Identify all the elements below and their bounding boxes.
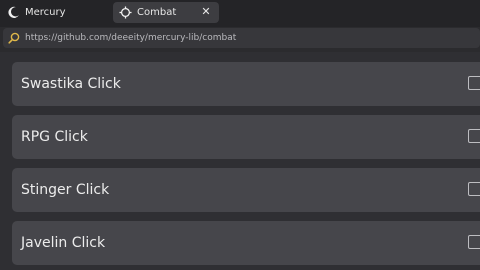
toggle-checkbox[interactable] bbox=[468, 182, 480, 196]
toggle-row-stinger-click[interactable]: Stinger Click bbox=[12, 168, 480, 212]
toggle-checkbox[interactable] bbox=[468, 76, 480, 90]
toggle-label: RPG Click bbox=[21, 129, 88, 145]
content-area: Swastika Click RPG Click Stinger Click J… bbox=[0, 52, 480, 270]
tab-combat-label: Combat bbox=[137, 7, 177, 18]
app-window: Mercury Combat ✕ https://github.com/deee… bbox=[0, 0, 480, 270]
close-icon[interactable]: ✕ bbox=[199, 5, 213, 19]
tab-mercury[interactable]: Mercury bbox=[6, 2, 106, 23]
toggle-label: Stinger Click bbox=[21, 182, 110, 198]
address-bar[interactable]: https://github.com/deeeity/mercury-lib/c… bbox=[3, 28, 480, 48]
tab-mercury-label: Mercury bbox=[25, 7, 66, 18]
toggle-checkbox[interactable] bbox=[468, 129, 480, 143]
moon-icon bbox=[6, 6, 20, 20]
toggle-row-javelin-click[interactable]: Javelin Click bbox=[12, 221, 480, 265]
search-icon bbox=[7, 32, 20, 45]
toggle-label: Swastika Click bbox=[21, 76, 121, 92]
toggle-checkbox[interactable] bbox=[468, 235, 480, 249]
toggle-row-swastika-click[interactable]: Swastika Click bbox=[12, 62, 480, 106]
toggle-label: Javelin Click bbox=[21, 235, 106, 251]
url-text: https://github.com/deeeity/mercury-lib/c… bbox=[25, 33, 237, 43]
tab-combat[interactable]: Combat ✕ bbox=[113, 2, 219, 23]
toggle-row-rpg-click[interactable]: RPG Click bbox=[12, 115, 480, 159]
crosshair-icon bbox=[118, 6, 132, 20]
tab-strip: Mercury Combat ✕ bbox=[0, 0, 480, 27]
